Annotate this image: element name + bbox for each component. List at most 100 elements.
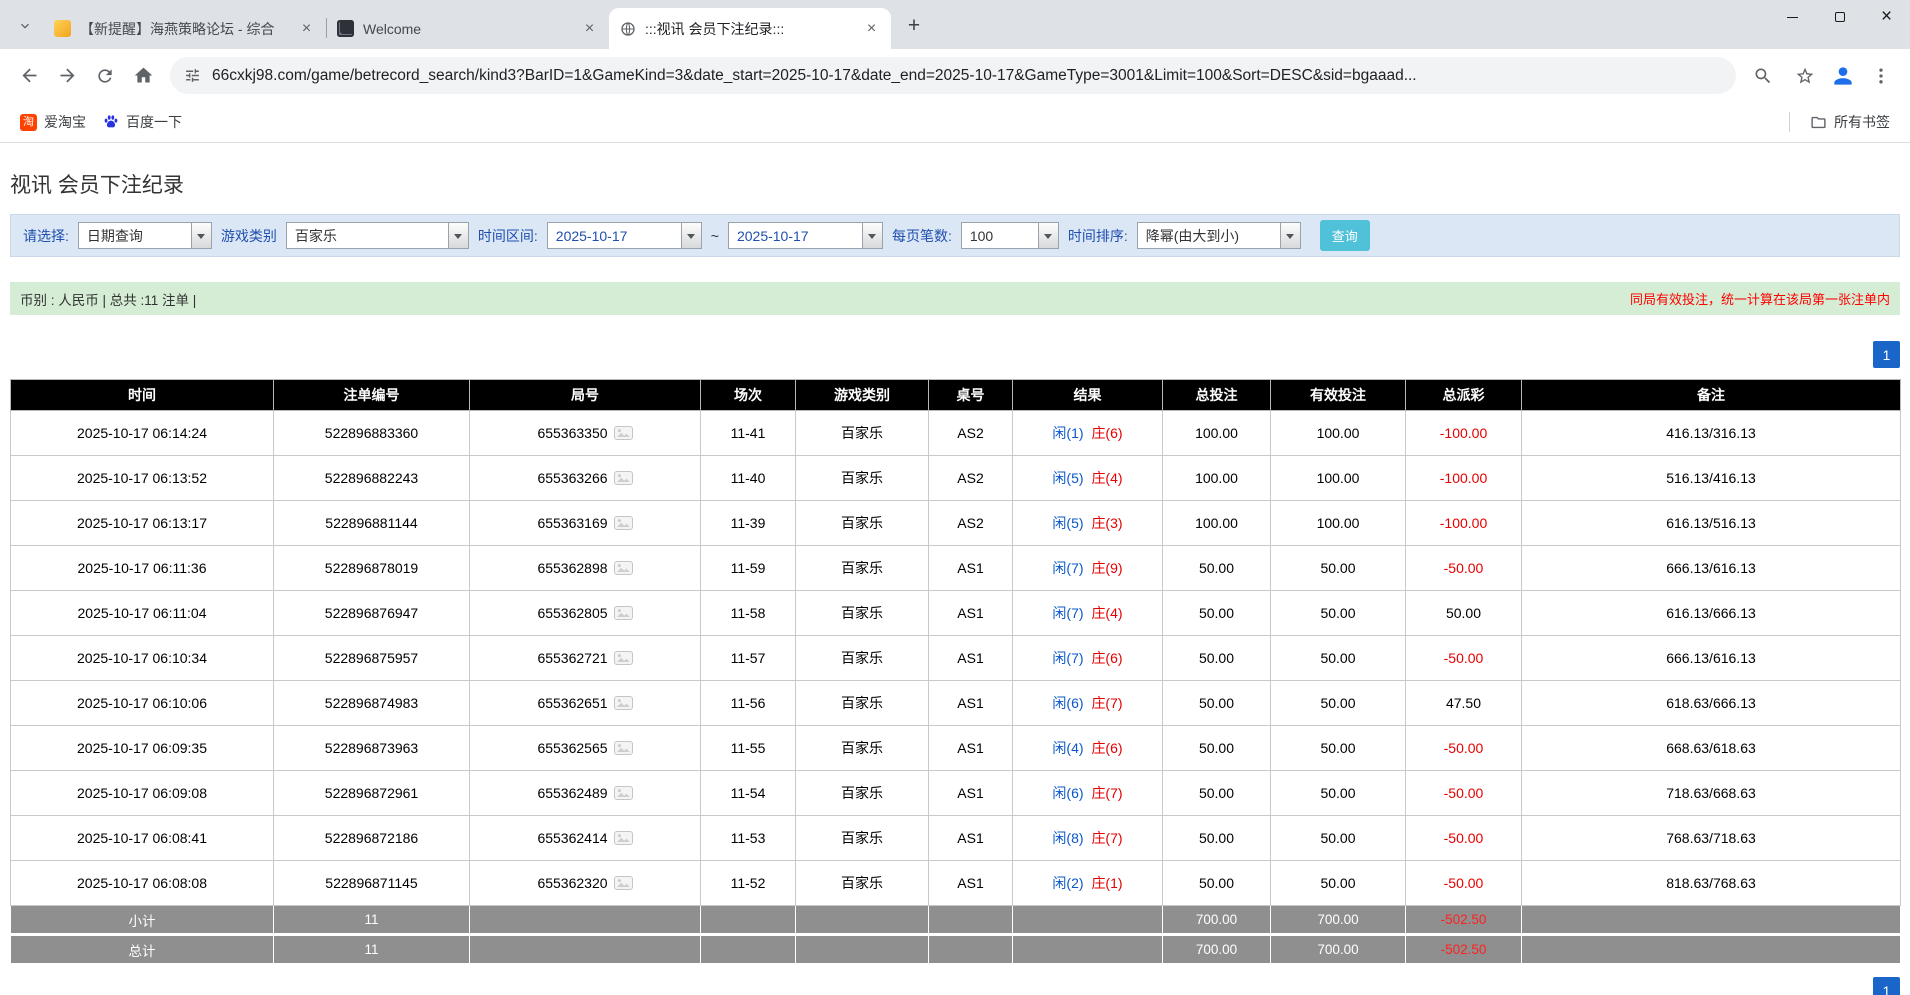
tab-close-icon[interactable] <box>862 19 881 38</box>
cell-total-bet-link[interactable]: 100.00 <box>1163 411 1271 456</box>
round-image-icon[interactable] <box>614 741 633 755</box>
cell-time: 2025-10-17 06:09:08 <box>11 771 274 816</box>
cell-round: 655362565 <box>470 726 701 771</box>
round-image-icon[interactable] <box>614 426 633 440</box>
round-image-icon[interactable] <box>614 561 633 575</box>
cell-total-bet-link[interactable]: 50.00 <box>1163 546 1271 591</box>
new-tab-button[interactable] <box>899 11 929 41</box>
round-image-icon[interactable] <box>614 606 633 620</box>
tab-search-button[interactable] <box>10 11 40 41</box>
table-row: 2025-10-17 06:11:36 522896878019 6553628… <box>11 546 1901 591</box>
date-start-select[interactable]: 2025-10-17 <box>547 222 702 249</box>
cell-session: 11-58 <box>701 591 796 636</box>
round-image-icon[interactable] <box>614 516 633 530</box>
tab-bar: 【新提醒】海燕策略论坛 - 综合 Welcome :::视讯 会员下注纪录::: <box>0 0 1910 49</box>
table-header-row: 时间 注单编号 局号 场次 游戏类别 桌号 结果 总投注 有效投注 总派彩 备注 <box>11 380 1901 411</box>
table-row: 2025-10-17 06:11:04 522896876947 6553628… <box>11 591 1901 636</box>
subtotal-count: 11 <box>274 906 470 935</box>
cell-result: 闲(7) 庄(6) <box>1013 636 1163 681</box>
back-button[interactable] <box>10 57 48 95</box>
per-page-select[interactable]: 100 <box>961 222 1059 249</box>
info-warning-text: 同局有效投注，统一计算在该局第一张注单内 <box>1630 289 1890 308</box>
cell-payout: -50.00 <box>1406 816 1522 861</box>
table-row: 2025-10-17 06:10:06 522896874983 6553626… <box>11 681 1901 726</box>
round-image-icon[interactable] <box>614 696 633 710</box>
tab-close-icon[interactable] <box>297 19 316 38</box>
date-tilde: ~ <box>711 228 719 244</box>
cell-bet-id: 522896882243 <box>274 456 470 501</box>
cell-total-bet-link[interactable]: 50.00 <box>1163 681 1271 726</box>
site-settings-icon[interactable] <box>184 67 201 84</box>
bookmark-taobao[interactable]: 淘 爱淘宝 <box>12 108 94 136</box>
cell-total-bet-link[interactable]: 50.00 <box>1163 636 1271 681</box>
browser-toolbar: 66cxkj98.com/game/betrecord_search/kind3… <box>0 49 1910 102</box>
date-start-value: 2025-10-17 <box>548 223 681 248</box>
browser-menu-button[interactable] <box>1862 57 1900 95</box>
round-image-icon[interactable] <box>614 876 633 890</box>
cell-time: 2025-10-17 06:11:36 <box>11 546 274 591</box>
bookmark-star-button[interactable] <box>1786 57 1824 95</box>
cell-payout: -50.00 <box>1406 636 1522 681</box>
bookmark-baidu[interactable]: 百度一下 <box>94 108 190 136</box>
reload-button[interactable] <box>86 57 124 95</box>
zoom-button[interactable] <box>1744 57 1782 95</box>
game-type-select[interactable]: 百家乐 <box>286 222 469 249</box>
cell-total-bet-link[interactable]: 100.00 <box>1163 501 1271 546</box>
round-image-icon[interactable] <box>614 651 633 665</box>
cell-round: 655362721 <box>470 636 701 681</box>
table-row: 2025-10-17 06:13:17 522896881144 6553631… <box>11 501 1901 546</box>
page-number-button[interactable]: 1 <box>1873 341 1900 368</box>
cell-total-bet-link[interactable]: 100.00 <box>1163 456 1271 501</box>
round-image-icon[interactable] <box>614 786 633 800</box>
welcome-favicon-icon <box>337 20 354 37</box>
result-banker: 庄(6) <box>1091 650 1122 666</box>
cell-payout: -50.00 <box>1406 726 1522 771</box>
cell-session: 11-53 <box>701 816 796 861</box>
forum-favicon-icon <box>54 20 71 37</box>
tab-betrecord[interactable]: :::视讯 会员下注纪录::: <box>609 8 891 49</box>
cell-bet-id: 522896874983 <box>274 681 470 726</box>
profile-button[interactable] <box>1828 61 1858 91</box>
query-button[interactable]: 查询 <box>1320 220 1370 251</box>
all-bookmarks-button[interactable]: 所有书签 <box>1802 108 1898 136</box>
cell-table-no: AS2 <box>929 411 1013 456</box>
tab-forum[interactable]: 【新提醒】海燕策略论坛 - 综合 <box>44 8 326 49</box>
tab-close-icon[interactable] <box>580 19 599 38</box>
cell-round: 655362651 <box>470 681 701 726</box>
cell-total-bet-link[interactable]: 50.00 <box>1163 861 1271 906</box>
bookmark-label: 爱淘宝 <box>44 112 86 132</box>
address-bar[interactable]: 66cxkj98.com/game/betrecord_search/kind3… <box>170 57 1736 94</box>
grand-total-row: 总计 11 700.00 700.00 -502.50 <box>11 935 1901 964</box>
date-end-select[interactable]: 2025-10-17 <box>728 222 883 249</box>
cell-total-bet-link[interactable]: 50.00 <box>1163 816 1271 861</box>
cell-total-bet-link[interactable]: 50.00 <box>1163 771 1271 816</box>
round-image-icon[interactable] <box>614 471 633 485</box>
sort-select[interactable]: 降幂(由大到小) <box>1137 222 1301 249</box>
round-number: 655362721 <box>537 650 607 666</box>
chevron-down-icon <box>681 223 701 248</box>
forward-arrow-icon <box>57 65 78 86</box>
page-title: 视讯 会员下注纪录 <box>10 169 1910 199</box>
minimize-button[interactable] <box>1769 0 1816 34</box>
cell-remark: 718.63/668.63 <box>1522 771 1901 816</box>
chevron-down-icon <box>17 18 33 34</box>
page-number-button[interactable]: 1 <box>1873 977 1900 995</box>
query-type-select[interactable]: 日期查询 <box>78 222 212 249</box>
forward-button[interactable] <box>48 57 86 95</box>
header-payout: 总派彩 <box>1406 380 1522 411</box>
cell-total-bet-link[interactable]: 50.00 <box>1163 591 1271 636</box>
cell-result: 闲(1) 庄(6) <box>1013 411 1163 456</box>
cell-round: 655362489 <box>470 771 701 816</box>
tab-welcome[interactable]: Welcome <box>327 8 609 49</box>
chevron-down-icon <box>1038 223 1058 248</box>
close-window-button[interactable] <box>1863 0 1910 34</box>
cell-total-bet-link[interactable]: 50.00 <box>1163 726 1271 771</box>
maximize-button[interactable] <box>1816 0 1863 34</box>
cell-game-type: 百家乐 <box>796 636 929 681</box>
round-number: 655362805 <box>537 605 607 621</box>
per-page-label: 每页笔数: <box>892 226 952 246</box>
round-image-icon[interactable] <box>614 831 633 845</box>
choose-label: 请选择: <box>23 226 69 246</box>
cell-payout: 50.00 <box>1406 591 1522 636</box>
home-button[interactable] <box>124 57 162 95</box>
